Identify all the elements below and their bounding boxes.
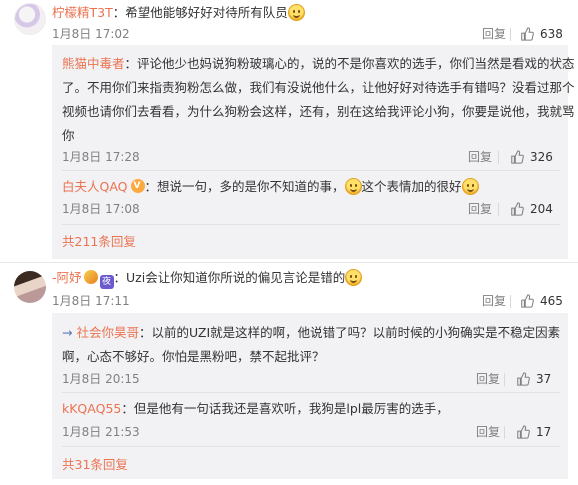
divider — [62, 224, 560, 225]
member-badge-icon — [83, 270, 98, 284]
reply-button[interactable]: 回复 — [476, 371, 500, 387]
like-count: 204 — [530, 202, 553, 216]
comment-text: -阿妤夜：Uzi会让你知道你所说的偏见言论是错的 — [52, 268, 363, 289]
more-replies-link[interactable]: 共31条回复 — [62, 457, 128, 473]
like-button[interactable]: 204 — [510, 201, 553, 217]
divider — [510, 28, 511, 41]
comment-timestamp: 1月8日 17:11 — [52, 294, 130, 308]
verified-badge-icon — [130, 179, 145, 193]
smile-emoji-icon — [344, 178, 362, 195]
comment-text: 柠檬精T3T：希望他能够好好对待所有队员 — [52, 3, 305, 23]
username-link[interactable]: -阿妤 — [52, 270, 82, 285]
username-link[interactable]: kKQAQ55 — [62, 401, 121, 416]
divider — [62, 170, 560, 171]
like-count: 17 — [536, 425, 552, 439]
divider — [504, 373, 505, 386]
like-button[interactable]: 638 — [520, 26, 563, 42]
avatar[interactable] — [14, 3, 46, 35]
like-count: 465 — [540, 294, 563, 308]
divider — [498, 151, 499, 164]
reply-button[interactable]: 回复 — [468, 201, 492, 217]
divider — [62, 446, 560, 447]
reply-timestamp: 1月8日 21:53 — [62, 425, 140, 439]
like-button[interactable]: 465 — [520, 293, 563, 309]
smile-emoji-icon — [345, 269, 363, 286]
fan-badge-icon: 夜 — [99, 275, 114, 289]
thumbs-up-icon — [521, 294, 534, 308]
repost-arrow-icon: → — [62, 325, 73, 340]
reply-button[interactable]: 回复 — [476, 424, 500, 440]
smile-emoji-icon — [461, 178, 479, 195]
thumbs-up-icon — [517, 425, 530, 439]
like-count: 37 — [536, 372, 552, 386]
avatar[interactable] — [14, 271, 46, 303]
thumbs-up-icon — [511, 202, 524, 216]
username-link[interactable]: 柠檬精T3T — [52, 5, 113, 20]
divider — [498, 203, 499, 216]
divider — [510, 295, 511, 308]
reply-text: kKQAQ55：但是他有一句话我还是喜欢听，我狗是lpl最厉害的选手， — [62, 401, 449, 416]
like-button[interactable]: 37 — [516, 371, 551, 387]
reply-timestamp: 1月8日 17:08 — [62, 202, 140, 216]
reply-button[interactable]: 回复 — [482, 26, 506, 42]
divider — [0, 262, 578, 263]
username-link[interactable]: 熊猫中毒者 — [62, 56, 125, 71]
username-link[interactable]: 社会你昊哥 — [76, 325, 139, 340]
smile-emoji-icon — [287, 4, 305, 21]
reply-text: 熊猫中毒者：评论他少也妈说狗粉玻璃心的，说的不是你喜欢的选手，你们当然是看戏的状… — [62, 56, 575, 143]
like-button[interactable]: 17 — [516, 424, 551, 440]
more-replies-link[interactable]: 共211条回复 — [62, 234, 136, 250]
reply-text: 白夫人QAQ：想说一句，多的是你不知道的事，这个表情加的很好 — [62, 177, 479, 197]
reply-button[interactable]: 回复 — [468, 149, 492, 165]
like-count: 326 — [530, 150, 553, 164]
username-link[interactable]: 白夫人QAQ — [62, 179, 128, 194]
comment-timestamp: 1月8日 17:02 — [52, 27, 130, 41]
divider — [62, 392, 560, 393]
like-button[interactable]: 326 — [510, 149, 553, 165]
like-count: 638 — [540, 27, 563, 41]
reply-timestamp: 1月8日 17:28 — [62, 150, 140, 164]
reply-timestamp: 1月8日 20:15 — [62, 372, 140, 386]
divider — [504, 426, 505, 439]
thumbs-up-icon — [517, 372, 530, 386]
reply-button[interactable]: 回复 — [482, 293, 506, 309]
reply-text: → 社会你昊哥：以前的UZI就是这样的啊，他说错了吗？以前时候的小狗确实是不稳定… — [62, 325, 561, 364]
thumbs-up-icon — [511, 150, 524, 164]
thumbs-up-icon — [521, 27, 534, 41]
